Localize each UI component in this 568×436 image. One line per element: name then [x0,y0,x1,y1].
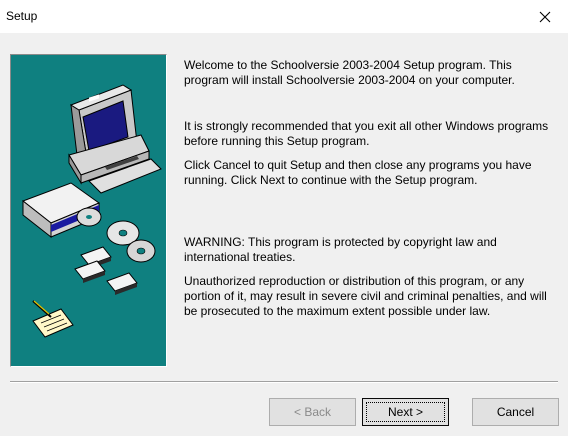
back-button[interactable]: < Back [269,398,356,426]
close-button[interactable] [522,0,568,33]
cancel-button-label: Cancel [496,405,535,419]
legal-paragraph: Unauthorized reproduction or distributio… [184,274,547,318]
instructions-paragraph: Click Cancel to quit Setup and then clos… [184,158,532,187]
window-title: Setup [6,9,38,23]
back-button-label: < Back [293,405,332,419]
welcome-paragraph: Welcome to the Schoolversie 2003-2004 Se… [184,58,515,87]
button-separator [10,381,558,383]
title-bar: Setup [0,0,568,33]
close-icon [539,11,551,23]
next-button[interactable]: Next > [362,398,449,426]
next-button-label: Next > [387,405,423,419]
recommendation-paragraph: It is strongly recommended that you exit… [184,119,549,148]
computer-setup-illustration-icon [21,84,162,338]
setup-artwork [10,54,167,367]
cancel-button[interactable]: Cancel [472,398,559,426]
warning-paragraph: WARNING: This program is protected by co… [184,235,497,264]
